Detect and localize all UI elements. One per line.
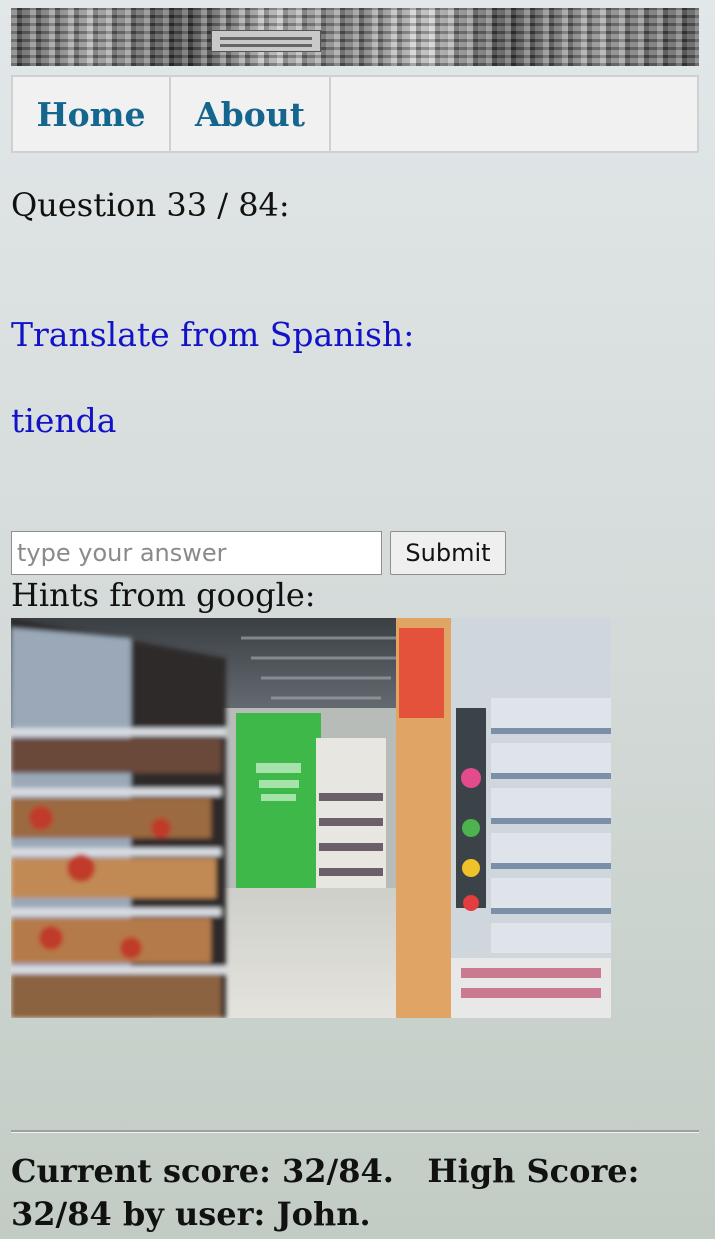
inscription-plate-icon [211, 30, 321, 52]
question-counter: Question 33 / 84: [11, 186, 290, 224]
hints-label: Hints from google: [11, 576, 316, 614]
store-aisle-photo-icon [11, 618, 611, 1018]
word-to-translate: tienda [11, 401, 117, 440]
translate-instruction: Translate from Spanish: [11, 315, 415, 354]
score-summary: Current score: 32/84. High Score: 32/84 … [11, 1152, 640, 1233]
header-banner-image [11, 8, 699, 66]
hint-store-aisle-image [11, 618, 611, 1018]
answer-input[interactable] [11, 531, 382, 575]
main-navigation: Home About [11, 75, 699, 153]
submit-button[interactable]: Submit [390, 531, 506, 575]
nav-home-link[interactable]: Home [13, 77, 171, 151]
nav-about-link[interactable]: About [171, 77, 331, 151]
footer-divider [11, 1130, 699, 1133]
